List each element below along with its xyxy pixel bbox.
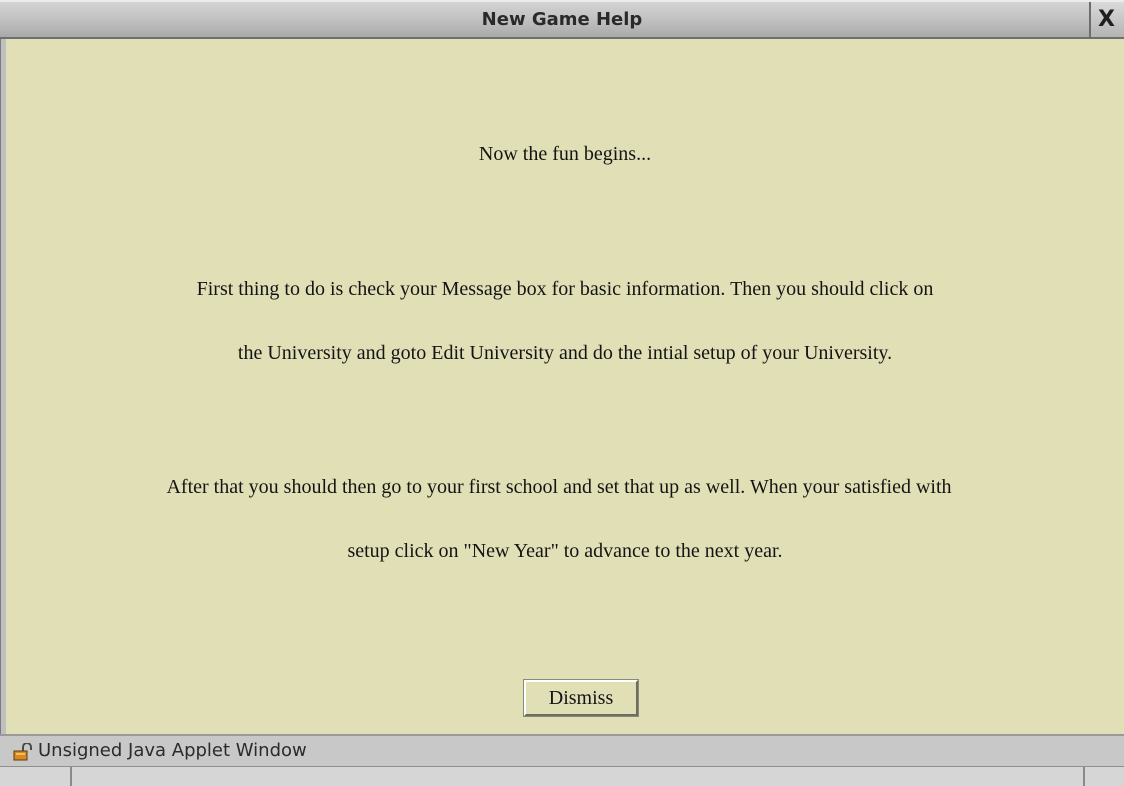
title-bar[interactable]: New Game Help X (0, 0, 1124, 39)
help-text-line: First thing to do is check your Message … (196, 278, 934, 300)
help-content: Now the fun begins... First thing to do … (6, 39, 1124, 734)
help-dialog-window: New Game Help X Now the fun begins... Fi… (0, 0, 1124, 786)
unlocked-padlock-icon (13, 743, 32, 761)
help-text-intro: Now the fun begins... (478, 143, 652, 165)
status-bar: Unsigned Java Applet Window (0, 734, 1124, 766)
window-title: New Game Help (481, 9, 643, 30)
help-text-line: the University and goto Edit University … (237, 342, 893, 364)
status-text: Unsigned Java Applet Window (38, 740, 307, 761)
help-text-line: setup click on "New Year" to advance to … (347, 540, 783, 562)
frame-divider (70, 767, 72, 786)
help-text-line: After that you should then go to your fi… (166, 476, 952, 498)
frame-divider (1083, 767, 1085, 786)
close-button[interactable]: X (1089, 2, 1124, 37)
bottom-frame-strip (0, 766, 1124, 786)
dismiss-button[interactable]: Dismiss (523, 679, 639, 717)
close-icon: X (1098, 7, 1115, 32)
